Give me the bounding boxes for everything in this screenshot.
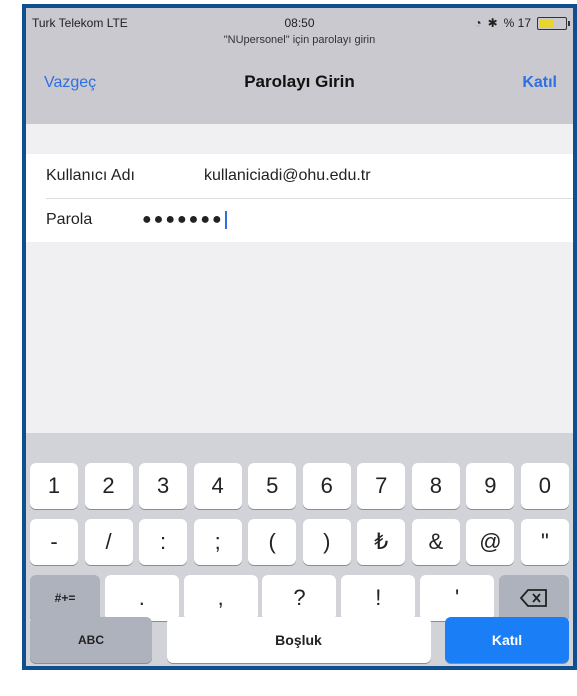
- key-comma[interactable]: ,: [183, 575, 258, 621]
- key-4[interactable]: 4: [193, 463, 242, 509]
- key-close-paren[interactable]: ): [302, 519, 351, 565]
- key-row-numbers: 1 2 3 4 5 6 7 8 9 0: [30, 463, 569, 509]
- password-row[interactable]: Parola ●●●●●●●: [26, 198, 573, 242]
- status-bar: Turk Telekom LTE 08:50 ◔ ✱ % 17: [26, 12, 573, 34]
- key-0[interactable]: 0: [520, 463, 569, 509]
- username-field[interactable]: kullaniciadi@ohu.edu.tr: [204, 167, 371, 185]
- username-row[interactable]: Kullanıcı Adı kullaniciadi@ohu.edu.tr: [26, 154, 573, 198]
- status-right: ◔ ✱ % 17: [474, 16, 570, 30]
- network-prompt: "NUpersonel" için parolayı girin: [223, 34, 376, 46]
- key-5[interactable]: 5: [248, 463, 297, 509]
- password-field[interactable]: ●●●●●●●: [142, 211, 224, 229]
- key-ampersand[interactable]: &: [411, 519, 460, 565]
- backspace-key[interactable]: [498, 575, 569, 621]
- key-slash[interactable]: /: [84, 519, 133, 565]
- key-semicolon[interactable]: ;: [193, 519, 242, 565]
- abc-key[interactable]: ABC: [30, 617, 152, 663]
- key-row-bottom: ABC Boşluk Katıl: [30, 617, 569, 663]
- key-3[interactable]: 3: [139, 463, 188, 509]
- username-label: Kullanıcı Adı: [46, 167, 135, 184]
- nav-bar: Vazgeç Parolayı Girin Katıl: [26, 64, 573, 100]
- space-key[interactable]: Boşluk: [166, 617, 431, 663]
- key-lira[interactable]: ₺: [357, 519, 406, 565]
- key-more-symbols[interactable]: #+=: [30, 575, 100, 621]
- key-8[interactable]: 8: [411, 463, 460, 509]
- top-bar: Turk Telekom LTE 08:50 ◔ ✱ % 17 "NUperso…: [26, 8, 573, 124]
- join-key[interactable]: Katıl: [445, 617, 569, 663]
- keyboard: 1 2 3 4 5 6 7 8 9 0 - / : ; ( ) ₺ & @ " …: [26, 433, 573, 666]
- key-row-punctuation: #+= . , ? ! ': [30, 575, 569, 621]
- credentials-form: Kullanıcı Adı kullaniciadi@ohu.edu.tr Pa…: [26, 154, 573, 242]
- key-6[interactable]: 6: [302, 463, 351, 509]
- backspace-icon: [519, 589, 547, 607]
- key-7[interactable]: 7: [357, 463, 406, 509]
- key-apostrophe[interactable]: ': [420, 575, 495, 621]
- key-quote[interactable]: ": [520, 519, 569, 565]
- key-dash[interactable]: -: [30, 519, 78, 565]
- wifi-icon: ◔: [474, 16, 482, 30]
- key-open-paren[interactable]: (: [248, 519, 297, 565]
- page-title: Parolayı Girin: [244, 72, 355, 91]
- battery-text: % 17: [503, 16, 531, 30]
- password-label: Parola: [46, 211, 93, 228]
- battery-icon: [537, 16, 570, 30]
- key-question[interactable]: ?: [262, 575, 337, 621]
- join-button[interactable]: Katıl: [522, 74, 557, 92]
- key-1[interactable]: 1: [30, 463, 78, 509]
- key-2[interactable]: 2: [84, 463, 133, 509]
- key-at[interactable]: @: [466, 519, 515, 565]
- key-period[interactable]: .: [104, 575, 179, 621]
- text-cursor: [224, 211, 227, 229]
- key-exclamation[interactable]: !: [341, 575, 416, 621]
- bluetooth-icon: ✱: [487, 16, 498, 30]
- device-screen: Turk Telekom LTE 08:50 ◔ ✱ % 17 "NUperso…: [22, 4, 577, 670]
- key-row-symbols: - / : ; ( ) ₺ & @ ": [30, 519, 569, 565]
- key-colon[interactable]: :: [139, 519, 188, 565]
- key-9[interactable]: 9: [466, 463, 515, 509]
